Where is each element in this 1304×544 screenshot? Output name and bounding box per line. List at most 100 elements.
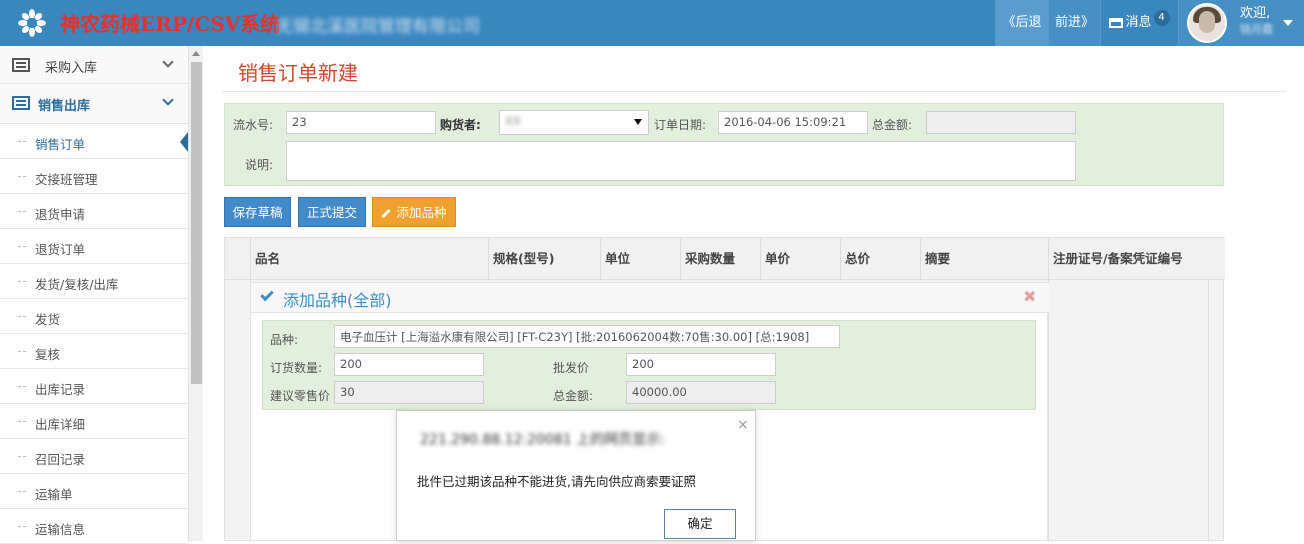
caret-down-icon: [1283, 20, 1293, 26]
sidebar-item-out-records[interactable]: 出库记录: [0, 369, 188, 404]
sidebar: 采购入库 销售出库 销售订单 交接班管理 退货申请 退货订单 发货/复核/出库 …: [0, 46, 188, 544]
sidebar-item-label: 出库详细: [35, 417, 86, 432]
item-label: 品种:: [270, 333, 299, 347]
sidebar-item-recall-records[interactable]: 召回记录: [0, 439, 188, 474]
sidebar-item-ship-review-out[interactable]: 发货/复核/出库: [0, 264, 188, 299]
add-item-panel-header: 添加品种(全部) ✖: [251, 283, 1049, 313]
sidebar-item-shift-handover[interactable]: 交接班管理: [0, 159, 188, 194]
user-menu[interactable]: 欢迎, 钱月霞: [1178, 0, 1304, 46]
logo-icon: [18, 9, 46, 37]
buyer-value: XX: [505, 114, 521, 128]
welcome-text: 欢迎,: [1240, 6, 1271, 21]
item-input[interactable]: 电子血压计 [上海溢水康有限公司] [FT-C23Y] [批:201606200…: [334, 325, 840, 348]
chevron-down-icon: [162, 94, 174, 106]
quantity-label: 订货数量:: [270, 361, 323, 375]
column-header: 单价: [760, 238, 840, 280]
messages-count-badge: 4: [1153, 10, 1170, 26]
amount-label: 总金额:: [553, 389, 594, 403]
column-header: 注册证号/备案凭证编号: [1048, 238, 1208, 280]
avatar: [1187, 3, 1227, 43]
column-header: 规格(型号): [488, 238, 600, 280]
note-textarea[interactable]: [286, 141, 1076, 181]
list-icon: [12, 96, 30, 110]
sidebar-group-label: 采购入库: [45, 61, 98, 76]
sidebar-item-label: 发货: [35, 312, 61, 327]
add-item-panel-title: 添加品种(全部): [283, 291, 392, 310]
save-draft-button[interactable]: 保存草稿: [224, 197, 291, 227]
messages-label: 消息: [1125, 15, 1152, 30]
scroll-up-icon[interactable]: [192, 51, 200, 56]
sidebar-item-label: 发货/复核/出库: [35, 277, 119, 292]
sidebar-item-label: 退货订单: [35, 242, 86, 257]
alert-dialog: 221.290.88.12:20081 上的网页显示: × 批件已过期该品种不能…: [396, 410, 756, 541]
sidebar-group-purchase-in[interactable]: 采购入库: [0, 46, 188, 84]
message-icon: [1109, 17, 1124, 28]
sidebar-item-sales-order[interactable]: 销售订单: [0, 124, 188, 159]
sidebar-scrollbar[interactable]: [188, 46, 203, 541]
title-divider: [222, 91, 1286, 92]
sidebar-item-label: 复核: [35, 347, 61, 362]
sidebar-item-label: 出库记录: [35, 382, 86, 397]
sidebar-item-label: 交接班管理: [35, 172, 98, 187]
ok-button[interactable]: 确定: [664, 509, 736, 539]
total-label: 总金额:: [872, 118, 913, 132]
column-divider: [1208, 280, 1209, 542]
add-item-button[interactable]: 添加品种: [372, 197, 456, 227]
buyer-select[interactable]: XX: [499, 110, 649, 135]
sidebar-item-return-order[interactable]: 退货订单: [0, 229, 188, 264]
close-icon[interactable]: ✖: [1023, 287, 1036, 306]
column-header: 总价: [840, 238, 920, 280]
sidebar-item-transport-info[interactable]: 运输信息: [0, 509, 188, 544]
active-marker-icon: [180, 132, 188, 152]
add-item-label: 添加品种: [396, 205, 447, 220]
sidebar-item-return-request[interactable]: 退货申请: [0, 194, 188, 229]
column-header: 摘要: [920, 238, 1048, 280]
wholesale-price-label: 批发价: [553, 361, 590, 375]
back-button[interactable]: 《后退: [995, 0, 1048, 46]
order-form: 流水号: 23 购货者: XX 订单日期: 2016-04-06 15:09:2…: [224, 103, 1224, 186]
amount-input[interactable]: 40000.00: [626, 381, 776, 404]
sidebar-group-label: 销售出库: [38, 99, 91, 114]
submit-button[interactable]: 正式提交: [298, 197, 366, 227]
check-icon: [260, 287, 274, 302]
close-icon[interactable]: ×: [737, 417, 749, 433]
column-divider: [1048, 280, 1049, 542]
sidebar-item-label: 召回记录: [35, 452, 86, 467]
sidebar-item-label: 销售订单: [35, 137, 86, 152]
retail-price-input[interactable]: 30: [334, 381, 484, 404]
item-form: 品种: 电子血压计 [上海溢水康有限公司] [FT-C23Y] [批:20160…: [262, 320, 1036, 410]
column-header: 单位: [600, 238, 680, 280]
sidebar-item-transport-order[interactable]: 运输单: [0, 474, 188, 509]
top-bar: 神农药械ERP/CSV系统 无锡北溪医院管理有限公司 《后退 前进》 消息 4 欢…: [0, 0, 1304, 46]
serial-input[interactable]: 23: [286, 111, 436, 134]
note-label: 说明:: [245, 158, 274, 172]
messages-button[interactable]: 消息 4: [1100, 0, 1178, 46]
order-date-label: 订单日期:: [654, 118, 707, 132]
table-header: 品名 规格(型号) 单位 采购数量 单价 总价 摘要 注册证号/备案凭证编号: [225, 238, 1225, 280]
list-icon: [12, 58, 30, 72]
wholesale-price-input[interactable]: 200: [626, 353, 776, 376]
dropdown-caret-icon: [634, 119, 642, 125]
chevron-down-icon: [162, 56, 174, 68]
forward-button[interactable]: 前进》: [1048, 0, 1100, 46]
pencil-icon: [381, 208, 392, 219]
order-date-input[interactable]: 2016-04-06 15:09:21: [718, 111, 868, 134]
dialog-message: 批件已过期该品种不能进货,请先向供应商索要证照: [417, 474, 696, 489]
quantity-input[interactable]: 200: [334, 353, 484, 376]
page-title: 销售订单新建: [238, 61, 358, 85]
company-name: 无锡北溪医院管理有限公司: [276, 17, 480, 37]
sidebar-item-out-details[interactable]: 出库详细: [0, 404, 188, 439]
retail-price-label: 建议零售价: [270, 389, 331, 403]
column-header: 品名: [250, 238, 488, 280]
username: 钱月霞: [1240, 23, 1273, 36]
sidebar-group-sales-out[interactable]: 销售出库: [0, 84, 188, 124]
scroll-thumb[interactable]: [191, 62, 202, 384]
total-input[interactable]: [926, 111, 1076, 134]
brand-title: 神农药械ERP/CSV系统: [60, 12, 281, 36]
buyer-label: 购货者:: [440, 118, 481, 132]
sidebar-item-label: 运输单: [35, 487, 73, 502]
sidebar-item-review[interactable]: 复核: [0, 334, 188, 369]
sidebar-item-label: 运输信息: [35, 522, 86, 537]
sidebar-item-ship[interactable]: 发货: [0, 299, 188, 334]
serial-label: 流水号:: [233, 118, 274, 132]
